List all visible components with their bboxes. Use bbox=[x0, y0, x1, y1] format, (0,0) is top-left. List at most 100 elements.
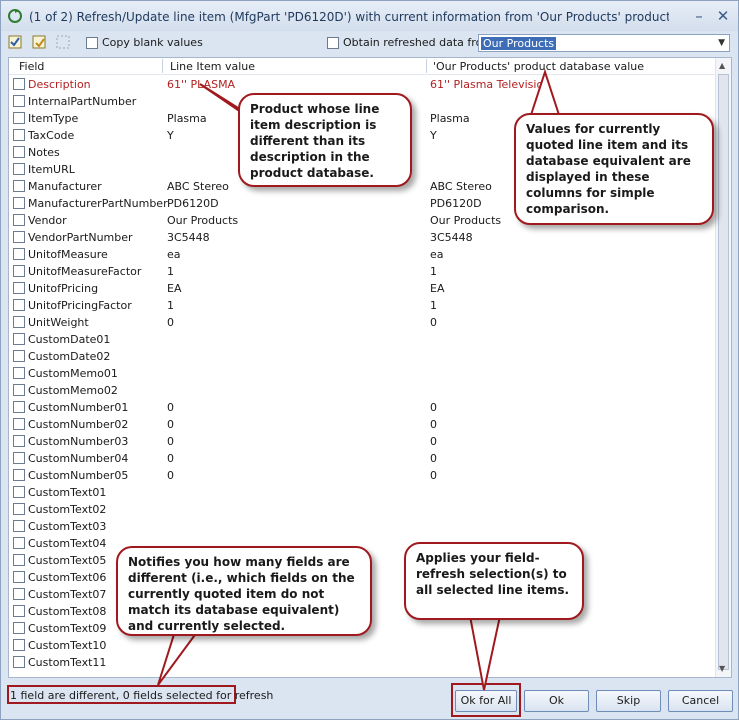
row-checkbox[interactable] bbox=[13, 129, 25, 141]
row-checkbox[interactable] bbox=[13, 503, 25, 515]
line-item-value-cell: Y bbox=[167, 129, 174, 142]
source-dropdown[interactable]: Our Products ▼ bbox=[478, 34, 730, 52]
obtain-refreshed-label: Obtain refreshed data from: bbox=[343, 36, 497, 49]
table-row[interactable]: CustomMemo01 bbox=[9, 365, 715, 382]
field-name-cell: InternalPartNumber bbox=[28, 95, 137, 108]
row-checkbox[interactable] bbox=[13, 231, 25, 243]
check-different-icon[interactable] bbox=[31, 34, 49, 52]
field-name-cell: VendorPartNumber bbox=[28, 231, 133, 244]
table-row[interactable]: CustomNumber03 0 0 bbox=[9, 433, 715, 450]
row-checkbox[interactable] bbox=[13, 639, 25, 651]
table-row[interactable]: UnitofPricingFactor 1 1 bbox=[9, 297, 715, 314]
line-item-value-cell: 0 bbox=[167, 435, 174, 448]
table-row[interactable]: CustomMemo02 bbox=[9, 382, 715, 399]
row-checkbox[interactable] bbox=[13, 486, 25, 498]
field-name-cell: Description bbox=[28, 78, 91, 91]
row-checkbox[interactable] bbox=[13, 316, 25, 328]
row-checkbox[interactable] bbox=[13, 214, 25, 226]
row-checkbox[interactable] bbox=[13, 452, 25, 464]
refresh-icon bbox=[8, 9, 22, 23]
field-name-cell: CustomText11 bbox=[28, 656, 107, 669]
row-checkbox[interactable] bbox=[13, 384, 25, 396]
scroll-down-icon[interactable]: ▼ bbox=[719, 664, 725, 673]
row-checkbox[interactable] bbox=[13, 367, 25, 379]
check-all-icon[interactable] bbox=[7, 34, 25, 52]
row-checkbox[interactable] bbox=[13, 180, 25, 192]
header-database[interactable]: 'Our Products' product database value bbox=[433, 60, 644, 73]
field-name-cell: Vendor bbox=[28, 214, 67, 227]
row-checkbox[interactable] bbox=[13, 265, 25, 277]
row-checkbox[interactable] bbox=[13, 571, 25, 583]
row-checkbox[interactable] bbox=[13, 197, 25, 209]
ok-button[interactable]: Ok bbox=[524, 690, 589, 712]
row-checkbox[interactable] bbox=[13, 656, 25, 668]
line-item-value-cell: Our Products bbox=[167, 214, 239, 227]
table-row[interactable]: CustomText03 bbox=[9, 518, 715, 535]
database-value-cell: ABC Stereo bbox=[430, 180, 492, 193]
field-name-cell: CustomMemo01 bbox=[28, 367, 118, 380]
scroll-up-icon[interactable]: ▲ bbox=[719, 61, 725, 70]
table-row[interactable]: UnitofMeasure ea ea bbox=[9, 246, 715, 263]
field-name-cell: CustomText06 bbox=[28, 571, 107, 584]
column-divider[interactable] bbox=[162, 59, 163, 73]
row-checkbox[interactable] bbox=[13, 537, 25, 549]
table-row[interactable]: CustomText11 bbox=[9, 654, 715, 671]
minimize-button[interactable]: – bbox=[689, 6, 709, 26]
row-checkbox[interactable] bbox=[13, 299, 25, 311]
row-checkbox[interactable] bbox=[13, 146, 25, 158]
row-checkbox[interactable] bbox=[13, 401, 25, 413]
field-name-cell: CustomDate02 bbox=[28, 350, 111, 363]
chevron-down-icon[interactable]: ▼ bbox=[718, 38, 725, 48]
table-row[interactable]: CustomDate02 bbox=[9, 348, 715, 365]
row-checkbox[interactable] bbox=[13, 520, 25, 532]
ok-for-all-button[interactable]: Ok for All bbox=[455, 690, 517, 712]
uncheck-all-icon[interactable] bbox=[55, 34, 73, 52]
table-row[interactable]: CustomText02 bbox=[9, 501, 715, 518]
row-checkbox[interactable] bbox=[13, 435, 25, 447]
row-checkbox[interactable] bbox=[13, 588, 25, 600]
table-row[interactable]: VendorPartNumber 3C5448 3C5448 bbox=[9, 229, 715, 246]
copy-blank-checkbox[interactable] bbox=[86, 37, 98, 49]
table-row[interactable]: Description 61'' PLASMA 61'' Plasma Televi… bbox=[9, 76, 715, 93]
table-row[interactable]: CustomText10 bbox=[9, 637, 715, 654]
field-name-cell: CustomText05 bbox=[28, 554, 107, 567]
header-line-item[interactable]: Line Item value bbox=[170, 60, 255, 73]
row-checkbox[interactable] bbox=[13, 248, 25, 260]
table-row[interactable]: CustomNumber02 0 0 bbox=[9, 416, 715, 433]
column-divider[interactable] bbox=[426, 59, 427, 73]
table-row[interactable]: UnitofMeasureFactor 1 1 bbox=[9, 263, 715, 280]
skip-button[interactable]: Skip bbox=[596, 690, 661, 712]
scrollbar-thumb[interactable] bbox=[718, 74, 729, 670]
row-checkbox[interactable] bbox=[13, 554, 25, 566]
table-row[interactable]: CustomText01 bbox=[9, 484, 715, 501]
database-value-cell: Y bbox=[430, 129, 437, 142]
table-row[interactable]: CustomDate01 bbox=[9, 331, 715, 348]
row-checkbox[interactable] bbox=[13, 163, 25, 175]
row-checkbox[interactable] bbox=[13, 95, 25, 107]
row-checkbox[interactable] bbox=[13, 112, 25, 124]
table-row[interactable]: CustomNumber04 0 0 bbox=[9, 450, 715, 467]
field-name-cell: CustomNumber02 bbox=[28, 418, 129, 431]
line-item-value-cell: ABC Stereo bbox=[167, 180, 229, 193]
table-row[interactable]: UnitofPricing EA EA bbox=[9, 280, 715, 297]
close-button[interactable]: ✕ bbox=[713, 6, 733, 26]
row-checkbox[interactable] bbox=[13, 350, 25, 362]
row-checkbox[interactable] bbox=[13, 78, 25, 90]
field-name-cell: ManufacturerPartNumber bbox=[28, 197, 168, 210]
table-row[interactable]: CustomNumber01 0 0 bbox=[9, 399, 715, 416]
row-checkbox[interactable] bbox=[13, 333, 25, 345]
table-row[interactable]: UnitWeight 0 0 bbox=[9, 314, 715, 331]
row-checkbox[interactable] bbox=[13, 605, 25, 617]
vertical-scrollbar[interactable]: ▲ ▼ bbox=[715, 58, 731, 677]
obtain-refreshed-checkbox[interactable] bbox=[327, 37, 339, 49]
row-checkbox[interactable] bbox=[13, 622, 25, 634]
database-value-cell: 61'' Plasma Television bbox=[430, 78, 551, 91]
row-checkbox[interactable] bbox=[13, 418, 25, 430]
cancel-button[interactable]: Cancel bbox=[668, 690, 733, 712]
header-field[interactable]: Field bbox=[19, 60, 44, 73]
table-row[interactable]: CustomNumber05 0 0 bbox=[9, 467, 715, 484]
database-value-cell: 0 bbox=[430, 418, 437, 431]
database-value-cell: 1 bbox=[430, 265, 437, 278]
row-checkbox[interactable] bbox=[13, 282, 25, 294]
row-checkbox[interactable] bbox=[13, 469, 25, 481]
